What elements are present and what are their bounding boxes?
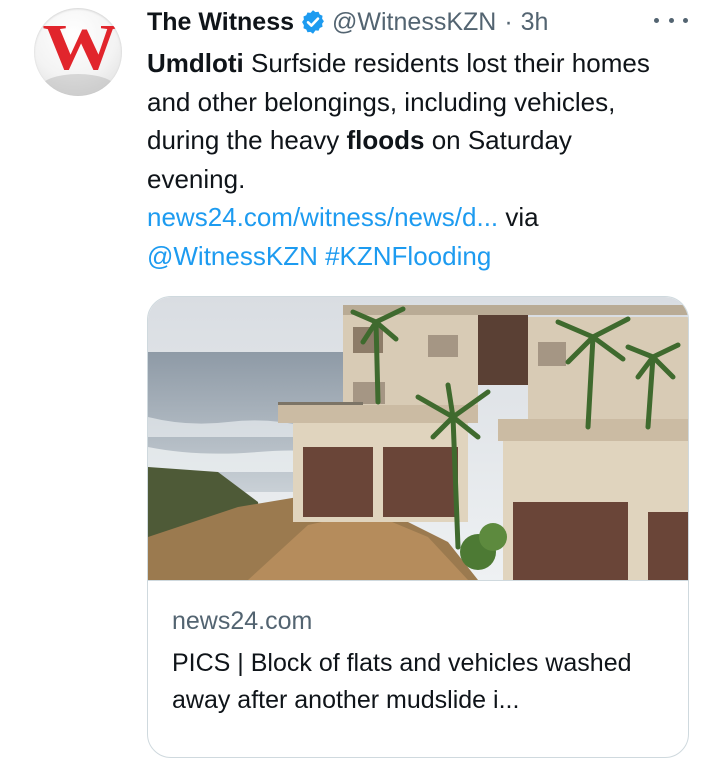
link-preview-card[interactable]: news24.com PICS | Block of flats and veh… <box>147 296 689 758</box>
card-title[interactable]: PICS | Block of flats and vehicles washe… <box>172 645 672 719</box>
more-dot <box>668 17 674 23</box>
author-handle[interactable]: @WitnessKZN <box>332 8 496 37</box>
verified-badge-icon <box>302 10 324 34</box>
more-dot <box>654 17 659 23</box>
more-dot <box>683 17 688 23</box>
avatar-logo-letter: W <box>42 11 118 84</box>
tweet-header: The Witness @WitnessKZN · 3h <box>147 5 548 39</box>
via-text: via <box>498 202 539 232</box>
avatar[interactable]: W <box>34 8 122 96</box>
article-link[interactable]: news24.com/witness/news/d... <box>147 202 498 232</box>
more-options-icon[interactable] <box>654 6 688 34</box>
card-domain: news24.com <box>172 607 313 635</box>
card-divider <box>148 580 688 581</box>
tweet-text: Umdloti Surfside residents lost their ho… <box>147 44 667 275</box>
card-image-flood-damaged-building[interactable] <box>148 297 688 580</box>
meta-separator: · <box>504 7 513 36</box>
keyword-floods: floods <box>346 125 425 155</box>
author-display-name[interactable]: The Witness <box>147 8 294 37</box>
keyword-umdloti: Umdloti <box>147 48 244 78</box>
hashtag-link[interactable]: #KZNFlooding <box>325 241 491 271</box>
tweet-timestamp[interactable]: 3h <box>521 8 549 37</box>
mention-link[interactable]: @WitnessKZN <box>147 241 318 271</box>
